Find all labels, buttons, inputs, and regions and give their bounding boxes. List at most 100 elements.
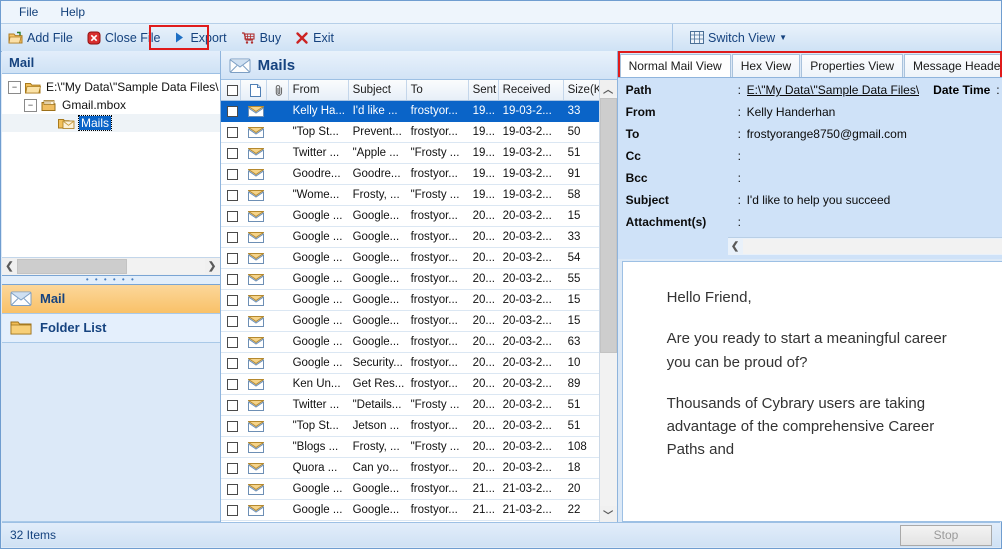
table-row[interactable]: Google ... Google... frostyor... 20... 20-03… (220, 248, 599, 269)
table-row[interactable]: Google ... Google... frostyor... 20... 20-03… (220, 269, 599, 290)
tab-properties-view[interactable]: Properties View (801, 54, 904, 77)
table-row[interactable]: Google ... Security... frostyor... 20... 20-… (220, 353, 599, 374)
row-checkbox[interactable] (227, 210, 239, 222)
row-checkbox[interactable] (227, 273, 239, 285)
table-row[interactable]: Goodre... Goodre... frostyor... 19... 19-03-… (220, 164, 599, 185)
stop-button[interactable]: Stop (900, 524, 992, 546)
row-checkbox[interactable] (227, 252, 239, 264)
row-checkbox[interactable] (227, 441, 239, 453)
row-checkbox-cell[interactable] (221, 357, 241, 369)
tree-node-mails[interactable]: Mails (2, 114, 220, 132)
row-checkbox-cell[interactable] (221, 462, 241, 474)
header-scroll-track[interactable] (742, 239, 1002, 254)
table-row[interactable]: Kelly Ha... I'd like ... frostyor... 19... 1… (220, 101, 599, 122)
table-row[interactable]: Quora ... Can yo... frostyor... 20... 20-03-… (220, 458, 599, 479)
scroll-up-arrow-icon[interactable]: ︿ (600, 80, 617, 96)
column-header-attachment[interactable] (267, 80, 289, 100)
table-row[interactable]: Google ... Google... frostyor... 21... 21-03… (220, 479, 599, 500)
row-checkbox[interactable] (227, 336, 239, 348)
tree-expander-icon[interactable]: − (24, 98, 37, 112)
menu-item-file[interactable]: File (9, 2, 48, 22)
row-checkbox[interactable] (227, 168, 239, 180)
table-row[interactable]: "Top St... Prevent... frostyor... 19... 19-0… (220, 122, 599, 143)
header-value-path[interactable]: E:\"My Data\"Sample Data Files\ (747, 83, 920, 97)
row-checkbox-cell[interactable] (221, 273, 241, 285)
scroll-right-arrow-icon[interactable]: ❯ (205, 259, 220, 274)
scroll-left-arrow-icon[interactable]: ❮ (728, 239, 743, 254)
row-checkbox-cell[interactable] (221, 147, 241, 159)
row-checkbox[interactable] (227, 420, 239, 432)
row-checkbox-cell[interactable] (221, 441, 241, 453)
buy-button[interactable]: Buy (234, 25, 289, 50)
menu-item-help[interactable]: Help (50, 2, 95, 22)
column-header-message-icon[interactable] (241, 80, 267, 100)
scroll-down-arrow-icon[interactable]: ﹀ (600, 506, 617, 522)
row-checkbox-cell[interactable] (221, 189, 241, 201)
switch-view-button[interactable]: Switch View ▼ (683, 25, 794, 50)
add-file-button[interactable]: Add File (1, 25, 80, 50)
table-row[interactable]: Twitter ... "Details... "Frosty ... 20... 20… (220, 395, 599, 416)
column-header-sent[interactable]: Sent (469, 80, 499, 100)
row-checkbox[interactable] (227, 504, 239, 516)
row-checkbox[interactable] (227, 357, 239, 369)
header-horizontal-scrollbar[interactable]: ❮ ❯ (727, 237, 1002, 255)
table-row[interactable]: Google ... Google... frostyor... 20... 20-03… (220, 206, 599, 227)
pane-splitter[interactable]: • • • • • • (2, 274, 220, 285)
tree-horizontal-scrollbar[interactable]: ❮ ❯ (2, 256, 220, 275)
tab-normal-mail-view[interactable]: Normal Mail View (619, 54, 731, 77)
row-checkbox[interactable] (227, 462, 239, 474)
row-checkbox-cell[interactable] (221, 231, 241, 243)
nav-button-mail[interactable]: Mail (2, 284, 220, 314)
row-checkbox-cell[interactable] (221, 315, 241, 327)
row-checkbox[interactable] (227, 231, 239, 243)
row-checkbox-cell[interactable] (221, 483, 241, 495)
row-checkbox[interactable] (227, 483, 239, 495)
table-row[interactable]: "Top St... Jetson ... frostyor... 20... 20-0… (220, 416, 599, 437)
close-file-button[interactable]: Close File (80, 25, 168, 50)
tree-scroll-thumb[interactable] (17, 258, 127, 274)
row-checkbox-cell[interactable] (221, 504, 241, 516)
row-checkbox[interactable] (227, 189, 239, 201)
row-checkbox-cell[interactable] (221, 126, 241, 138)
exit-button[interactable]: Exit (288, 25, 341, 50)
tree-scroll-track[interactable] (17, 258, 205, 274)
row-checkbox-cell[interactable] (221, 210, 241, 222)
row-checkbox[interactable] (227, 378, 239, 390)
row-checkbox-cell[interactable] (221, 252, 241, 264)
tab-hex-view[interactable]: Hex View (731, 54, 801, 77)
table-row[interactable]: Google ... Google... frostyor... 20... 20-03… (220, 311, 599, 332)
row-checkbox[interactable] (227, 147, 239, 159)
table-row[interactable]: Google ... Google... frostyor... 20... 20-03… (220, 290, 599, 311)
tree-expander-icon[interactable]: − (8, 80, 21, 94)
folder-tree[interactable]: − E:\"My Data\"Sample Data Files\ − Gmai… (2, 74, 220, 257)
table-row[interactable]: Google ... Google... frostyor... 20... 20-03… (220, 332, 599, 353)
row-checkbox-cell[interactable] (221, 168, 241, 180)
select-all-checkbox[interactable] (226, 84, 238, 96)
row-checkbox-cell[interactable] (221, 336, 241, 348)
table-row[interactable]: Ken Un... Get Res... frostyor... 20... 20-03… (220, 374, 599, 395)
column-header-size[interactable]: Size(KB) (564, 80, 599, 100)
mail-list-vertical-scrollbar[interactable]: ︿ ﹀ (598, 80, 617, 522)
row-checkbox[interactable] (227, 399, 239, 411)
mail-scroll-track[interactable] (599, 96, 617, 506)
row-checkbox-cell[interactable] (221, 294, 241, 306)
mail-scroll-thumb[interactable] (599, 98, 617, 353)
row-checkbox[interactable] (227, 105, 239, 117)
row-checkbox[interactable] (227, 294, 239, 306)
scroll-left-arrow-icon[interactable]: ❮ (2, 259, 17, 274)
nav-button-folder-list[interactable]: Folder List (2, 313, 220, 343)
export-button[interactable]: Export (167, 25, 233, 50)
row-checkbox-cell[interactable] (221, 105, 241, 117)
column-header-subject[interactable]: Subject (349, 80, 407, 100)
column-header-to[interactable]: To (407, 80, 469, 100)
table-row[interactable]: Twitter ... "Apple ... "Frosty ... 19... 19-… (220, 143, 599, 164)
table-row[interactable]: Google ... Google... frostyor... 20... 20-03… (220, 227, 599, 248)
tree-node-root[interactable]: − E:\"My Data\"Sample Data Files\ (2, 78, 220, 96)
row-checkbox-cell[interactable] (221, 399, 241, 411)
row-checkbox-cell[interactable] (221, 420, 241, 432)
row-checkbox[interactable] (227, 315, 239, 327)
table-row[interactable]: "Wome... Frosty, ... "Frosty ... 19... 19-03… (220, 185, 599, 206)
tab-message-header[interactable]: Message Header (904, 54, 1002, 77)
table-row[interactable]: "Blogs ... Frosty, ... "Frosty ... 20... 20-… (220, 437, 599, 458)
table-row[interactable]: Google ... Google... frostyor... 21... 21-03… (220, 500, 599, 521)
